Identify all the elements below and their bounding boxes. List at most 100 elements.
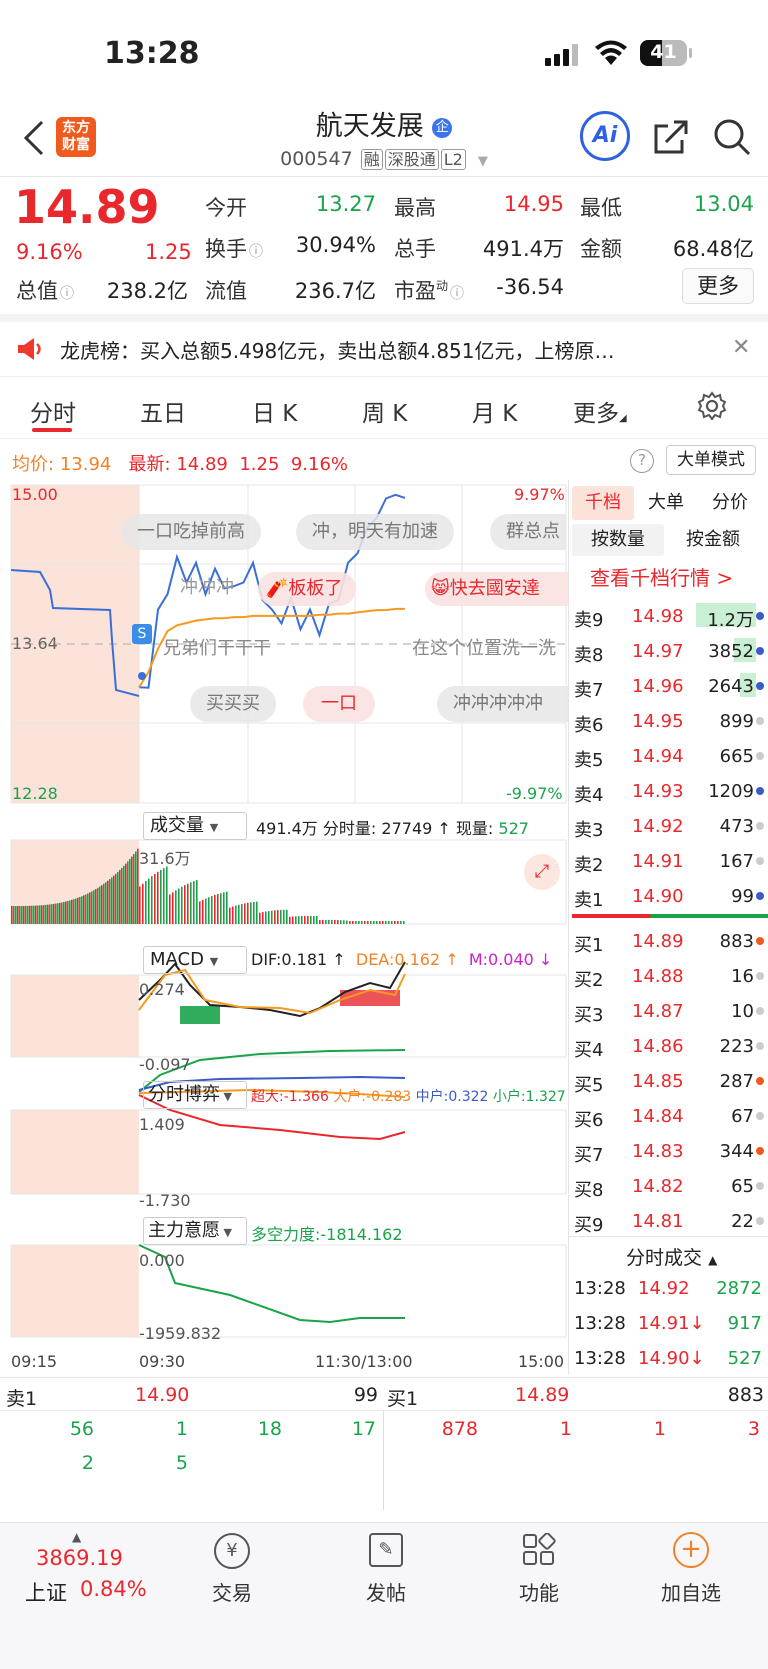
ai-button[interactable]: Ai: [580, 111, 630, 161]
post-icon[interactable]: ✎: [369, 1533, 403, 1567]
y-axis-right-bottom: -9.97%: [506, 784, 563, 803]
bid-row[interactable]: 买4 14.86 223: [572, 1030, 768, 1065]
level-volume: 473: [719, 816, 754, 837]
tab-daily-k[interactable]: 日 K: [252, 394, 297, 428]
wifi-icon: [594, 40, 628, 66]
bid-row[interactable]: 买6 14.84 67: [572, 1100, 768, 1135]
volume-bar: [142, 883, 144, 924]
share-icon[interactable]: [652, 118, 690, 156]
index-name[interactable]: 上证: [25, 1577, 67, 1607]
volume-bar: [199, 901, 201, 924]
info-icon[interactable]: ⓘ: [60, 286, 74, 302]
x-tick-1500: 15:00: [518, 1352, 565, 1371]
tab-qiandang[interactable]: 千档: [572, 486, 634, 520]
queue-buy-label: 买1: [387, 1388, 419, 1410]
bid-row[interactable]: 买7 14.83 344: [572, 1135, 768, 1170]
ask-row[interactable]: 卖8 14.97 3852: [572, 635, 768, 670]
avg-info: 均价: 13.94 最新: 14.89 1.25 9.16%: [12, 454, 349, 475]
volume-bar: [202, 899, 204, 924]
ask-row[interactable]: 卖4 14.93 1209: [572, 775, 768, 810]
big-order-mode-button[interactable]: 大单模式: [666, 445, 756, 475]
trades-title[interactable]: 分时成交 ▲: [626, 1243, 717, 1270]
volume-bar: [13, 905, 15, 924]
volume-selector[interactable]: 成交量 ▼: [143, 812, 247, 840]
volume-bar: [131, 856, 133, 924]
info-icon[interactable]: ⓘ: [450, 286, 464, 302]
ask-row[interactable]: 卖9 14.98 1.2万: [572, 600, 768, 635]
tab-intraday[interactable]: 分时: [30, 394, 76, 428]
danmaku-9: 买买买: [190, 686, 276, 722]
bid-row[interactable]: 买1 14.89 883: [572, 925, 768, 960]
volume-bar: [85, 894, 87, 924]
ask-row[interactable]: 卖6 14.95 899: [572, 705, 768, 740]
close-icon[interactable]: ✕: [732, 335, 750, 360]
volume-bar: [325, 919, 327, 924]
tab-monthly-k[interactable]: 月 K: [472, 394, 517, 428]
subtab-by-quantity[interactable]: 按数量: [572, 524, 664, 556]
level-price: 14.81: [632, 1211, 684, 1232]
price-change: 1.25: [145, 240, 192, 264]
volume-bar: [205, 898, 207, 924]
more-button[interactable]: 更多: [682, 268, 754, 304]
trade-row: 13:28 14.90↓ 527: [572, 1342, 768, 1377]
level-dot: [756, 972, 764, 980]
help-icon[interactable]: ?: [630, 449, 654, 473]
ask-row[interactable]: 卖2 14.91 167: [572, 845, 768, 880]
function-icon[interactable]: [522, 1532, 556, 1567]
nav-function[interactable]: 功能: [479, 1577, 599, 1606]
tab-more[interactable]: 更多◢: [573, 394, 627, 428]
ask-row[interactable]: 卖7 14.96 2643: [572, 670, 768, 705]
ask-row[interactable]: 卖3 14.92 473: [572, 810, 768, 845]
nav-trade[interactable]: 交易: [172, 1577, 292, 1606]
view-depth-link[interactable]: 查看千档行情 >: [590, 562, 733, 591]
volume-bar: [57, 903, 59, 924]
level-volume: 223: [719, 1036, 754, 1057]
subtab-by-amount[interactable]: 按金额: [686, 524, 740, 556]
level-label: 卖6: [574, 715, 604, 736]
bid-row[interactable]: 买9 14.81 22: [572, 1205, 768, 1240]
nav-add-watchlist[interactable]: 加自选: [631, 1577, 751, 1606]
open-label: 今开: [205, 196, 247, 220]
volume-bar: [148, 878, 150, 924]
bid-row[interactable]: 买3 14.87 10: [572, 995, 768, 1030]
tab-price-dist[interactable]: 分价: [712, 486, 748, 520]
volume-bar: [119, 869, 121, 924]
settings-icon[interactable]: [697, 391, 727, 421]
volume-bar: [77, 897, 79, 924]
ask-row[interactable]: 卖1 14.90 99: [572, 880, 768, 915]
volume-bar: [355, 921, 357, 924]
tab-weekly-k[interactable]: 周 K: [362, 394, 407, 428]
enterprise-badge: 企: [432, 117, 453, 138]
ask-row[interactable]: 卖5 14.94 665: [572, 740, 768, 775]
volume-bar: [65, 901, 67, 924]
dropdown-icon[interactable]: ▼: [478, 154, 488, 169]
expand-icon[interactable]: ⤢: [524, 854, 560, 890]
level-price: 14.83: [632, 1141, 684, 1162]
macd-selector[interactable]: MACD ▼: [143, 946, 247, 974]
level-volume: 883: [719, 931, 754, 952]
trade-icon[interactable]: ¥: [214, 1533, 250, 1569]
tab-5day[interactable]: 五日: [140, 394, 186, 428]
queue-buy-total: 883: [727, 1384, 764, 1406]
trade-volume: 527: [727, 1348, 762, 1369]
level-price: 14.96: [632, 676, 684, 697]
will-selector[interactable]: 主力意愿 ▼: [143, 1217, 247, 1245]
add-watchlist-icon[interactable]: +: [673, 1532, 709, 1568]
volume-bar: [226, 891, 228, 924]
volume-bar: [157, 871, 159, 924]
volume-bar: [328, 919, 330, 924]
nav-post[interactable]: 发帖: [326, 1577, 446, 1606]
volume-bar: [93, 890, 95, 924]
index-pct[interactable]: 0.84%: [80, 1577, 147, 1601]
bid-row[interactable]: 买2 14.88 16: [572, 960, 768, 995]
tab-big-order[interactable]: 大单: [648, 486, 684, 520]
info-icon[interactable]: ⓘ: [249, 244, 263, 260]
bid-row[interactable]: 买5 14.85 287: [572, 1065, 768, 1100]
level-label: 买9: [574, 1215, 604, 1236]
bid-row[interactable]: 买8 14.82 65: [572, 1170, 768, 1205]
index-value[interactable]: 3869.19: [36, 1546, 123, 1570]
game-selector[interactable]: 分时博弈 ▼: [143, 1081, 247, 1109]
notice-text[interactable]: 龙虎榜：买入总额5.498亿元，卖出总额4.851亿元，上榜原…: [60, 335, 696, 364]
search-icon[interactable]: [712, 117, 752, 157]
volume-bar: [331, 919, 333, 924]
